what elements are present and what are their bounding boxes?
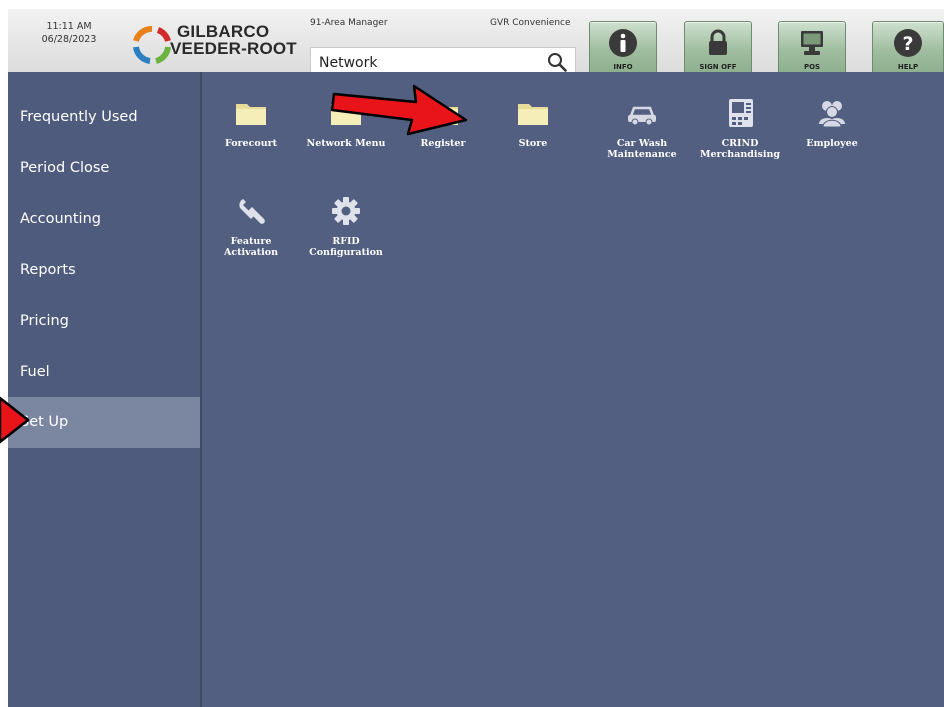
company-logo-text: GILBARCO VEEDER-ROOT bbox=[170, 22, 297, 57]
pos-button-label: POS bbox=[803, 63, 821, 71]
time-display: 11:11 AM bbox=[46, 21, 92, 32]
car-icon bbox=[628, 106, 656, 126]
tile-label: Forecourt bbox=[224, 138, 278, 149]
tile-label: Employee bbox=[806, 138, 858, 149]
monitor-icon bbox=[801, 31, 823, 55]
tile-label: Store bbox=[518, 138, 548, 149]
sidebar-item-label: Fuel bbox=[20, 364, 50, 380]
folder-icon bbox=[518, 104, 548, 125]
crind-terminal-icon bbox=[729, 99, 753, 127]
red-arrow-annotation-icon bbox=[330, 84, 468, 136]
info-button[interactable]: INFO bbox=[589, 21, 657, 75]
tile-label: Register bbox=[420, 138, 466, 149]
lock-icon bbox=[709, 29, 727, 55]
date-display: 06/28/2023 bbox=[41, 34, 97, 45]
tile-crind-merchandising[interactable]: CRIND Merchandising bbox=[692, 86, 788, 176]
tile-label: Car Wash Maintenance bbox=[607, 138, 677, 160]
store-name: GVR Convenience bbox=[490, 18, 571, 28]
tile-forecourt[interactable]: Forecourt bbox=[209, 86, 293, 176]
help-button-label: HELP bbox=[897, 63, 919, 71]
tile-label: CRIND Merchandising bbox=[699, 138, 781, 160]
main-panel: Forecourt Network Menu Register Store Ca… bbox=[202, 72, 944, 707]
logo-line-2: VEEDER-ROOT bbox=[170, 39, 297, 58]
sidebar-item-set-up[interactable]: Set Up bbox=[8, 397, 200, 448]
user-role: 91-Area Manager bbox=[310, 18, 388, 28]
tile-rfid-configuration[interactable]: RFID Configuration bbox=[304, 184, 388, 274]
sign-off-button-label: SIGN OFF bbox=[699, 63, 737, 71]
sidebar-item-period-close[interactable]: Period Close bbox=[8, 143, 200, 194]
tile-label: Network Menu bbox=[306, 138, 386, 149]
pos-button[interactable]: POS bbox=[778, 21, 846, 75]
wrench-icon bbox=[239, 199, 265, 224]
clock: 11:11 AM 06/28/2023 bbox=[34, 20, 104, 46]
sidebar-item-reports[interactable]: Reports bbox=[8, 245, 200, 296]
gear-icon bbox=[332, 197, 360, 225]
sidebar-item-accounting[interactable]: Accounting bbox=[8, 194, 200, 245]
help-icon: ? bbox=[894, 29, 922, 57]
header-bar: 11:11 AM 06/28/2023 GILBARCO VEEDER-ROOT… bbox=[8, 9, 944, 77]
sidebar-item-label: Reports bbox=[20, 262, 76, 278]
tile-store[interactable]: Store bbox=[491, 86, 575, 176]
sidebar-item-label: Pricing bbox=[20, 313, 69, 329]
tile-feature-activation[interactable]: Feature Activation bbox=[209, 184, 293, 274]
people-icon bbox=[819, 101, 845, 128]
sign-off-button[interactable]: SIGN OFF bbox=[684, 21, 752, 75]
info-icon bbox=[609, 29, 637, 57]
tile-label: Feature Activation bbox=[223, 236, 279, 258]
sidebar-item-label: Accounting bbox=[20, 211, 101, 227]
sidebar-item-frequently-used[interactable]: Frequently Used bbox=[8, 92, 200, 143]
red-arrow-annotation-icon bbox=[0, 396, 30, 444]
info-button-label: INFO bbox=[613, 63, 633, 71]
sidebar-item-label: Frequently Used bbox=[20, 109, 138, 125]
sidebar: Frequently Used Period Close Accounting … bbox=[8, 72, 200, 707]
gilbarco-logo-icon bbox=[133, 26, 171, 64]
svg-text:?: ? bbox=[902, 33, 913, 55]
sidebar-item-pricing[interactable]: Pricing bbox=[8, 296, 200, 347]
sidebar-item-label: Period Close bbox=[20, 160, 110, 176]
sidebar-item-fuel[interactable]: Fuel bbox=[8, 347, 200, 398]
tile-car-wash-maintenance[interactable]: Car Wash Maintenance bbox=[597, 86, 687, 176]
logo-line-1: GILBARCO bbox=[177, 22, 270, 41]
folder-icon bbox=[236, 104, 266, 125]
search-input[interactable] bbox=[317, 52, 541, 74]
search-icon[interactable] bbox=[547, 52, 567, 72]
tile-employee[interactable]: Employee bbox=[790, 86, 874, 176]
help-button[interactable]: ? HELP bbox=[872, 21, 944, 75]
tile-label: RFID Configuration bbox=[309, 236, 383, 258]
